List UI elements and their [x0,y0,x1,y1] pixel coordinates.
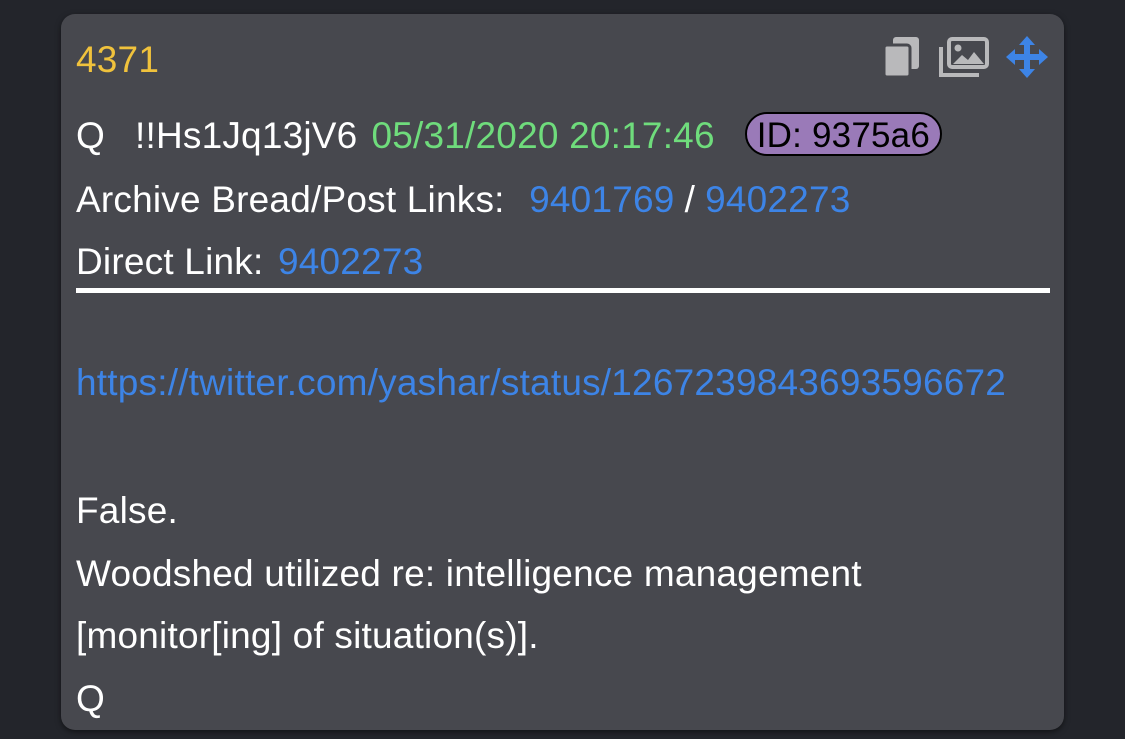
id-badge: ID: 9375a6 [744,112,942,156]
move-icon[interactable] [1005,35,1049,88]
post-card: 4371 Q !!Hs1Jq13jV6 05/31/2020 20:17:46 ID:… [61,14,1064,730]
post-meta: Q !!Hs1Jq13jV6 05/31/2020 20:17:46 ID: 9375… [76,112,942,158]
direct-link-label: Direct Link: [76,241,264,282]
author-name: Q [76,115,105,156]
copy-icon[interactable] [881,35,923,88]
tripcode: !!Hs1Jq13jV6 [134,115,358,156]
post-toolbar [881,35,1049,88]
body-line: [monitor[ing] of situation(s)]. [76,615,539,656]
direct-link-row: Direct Link: 9402273 [76,240,423,284]
image-icon[interactable] [939,36,989,86]
archive-post-link[interactable]: 9402273 [705,179,850,220]
timestamp: 05/31/2020 20:17:46 [371,115,715,156]
body-line: Woodshed utilized re: intelligence manag… [76,553,862,594]
twitter-link[interactable]: https://twitter.com/yashar/status/126723… [76,352,1051,414]
post-number: 4371 [76,39,160,80]
divider [76,288,1050,293]
body-signature: Q [76,678,105,719]
direct-link[interactable]: 9402273 [278,241,423,282]
archive-label: Archive Bread/Post Links: [76,179,505,220]
body-line: False. [76,490,178,531]
archive-separator: / [684,179,696,220]
archive-bread-link[interactable]: 9401769 [529,179,674,220]
archive-links: Archive Bread/Post Links: 9401769/940227… [76,178,851,222]
